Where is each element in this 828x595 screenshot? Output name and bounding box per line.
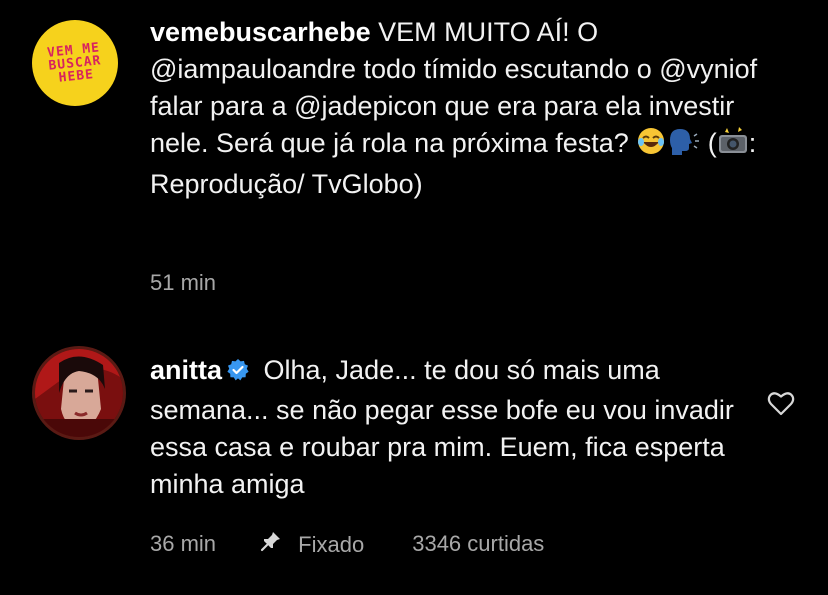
heart-icon[interactable] [767,390,795,421]
pinned-indicator: Fixado [260,530,364,558]
caption-text: vemebuscarhebe VEM MUITO AÍ! O @iampaulo… [150,14,790,203]
avatar-logo-text: VEM ME BUSCAR HEBE [46,39,103,86]
comment-username[interactable]: anitta [150,355,222,385]
verified-badge-icon [226,355,250,392]
commenter-avatar[interactable] [32,346,126,440]
comment-meta: 36 min Fixado 3346 curtidas [150,530,544,558]
comment-timestamp: 36 min [150,531,217,556]
comment-text: anitta Olha, Jade... te dou só mais uma … [150,352,750,503]
pin-icon [260,532,281,552]
post-timestamp: 51 min [150,270,217,295]
instagram-comments-screen: VEM ME BUSCAR HEBE vemebuscarhebe VEM MU… [0,0,828,595]
pinned-label: Fixado [298,532,365,557]
likes-count[interactable]: 3346 curtidas [412,531,544,557]
avatar[interactable]: VEM ME BUSCAR HEBE [32,20,118,106]
speaking-head-emoji [666,126,700,166]
caption-paren-open: ( [700,128,717,158]
laughing-tears-emoji [636,126,666,166]
post-username[interactable]: vemebuscarhebe [150,17,371,47]
avatar-portrait [35,349,123,437]
camera-flash-emoji [717,126,749,166]
